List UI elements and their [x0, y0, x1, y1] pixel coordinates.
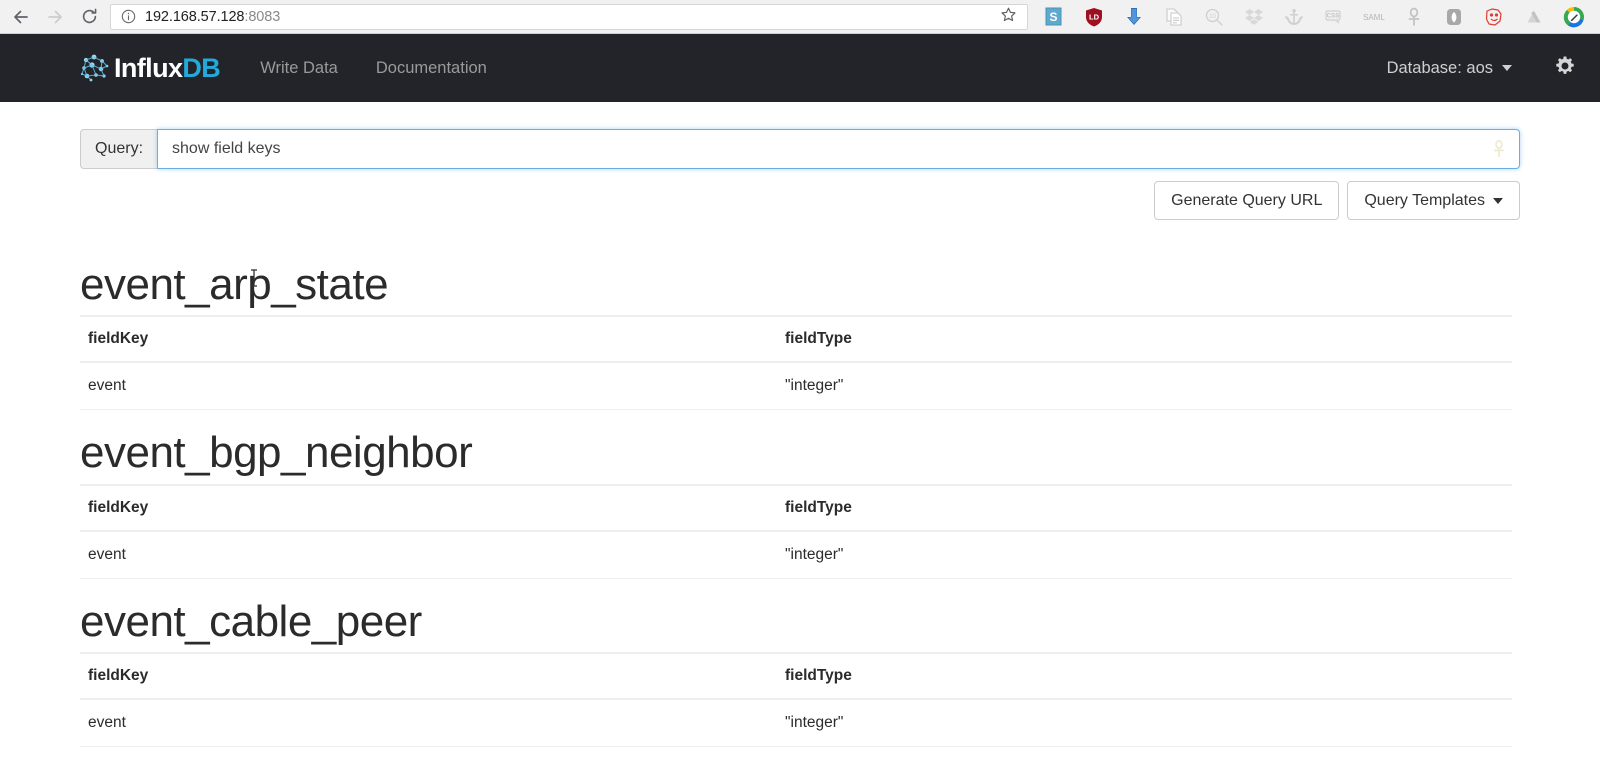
info-circle-icon[interactable]: [121, 9, 136, 24]
shield-extension-icon[interactable]: [1434, 2, 1474, 32]
arrow-right-icon: [45, 7, 65, 27]
column-header-fieldtype: fieldType: [777, 316, 1512, 362]
svg-text:CSS: CSS: [1327, 12, 1340, 19]
cell-fieldkey: event: [80, 699, 777, 747]
column-header-fieldkey: fieldKey: [80, 316, 777, 362]
column-header-fieldkey: fieldKey: [80, 485, 777, 531]
query-templates-label: Query Templates: [1364, 192, 1485, 209]
measurement-title: event_cable_peer: [80, 579, 1520, 652]
brand-wordmark: InfluxDB: [114, 55, 220, 82]
ankh-extension-icon[interactable]: [1394, 2, 1434, 32]
copy-document-extension-icon[interactable]: [1154, 2, 1194, 32]
column-header-fieldtype: fieldType: [777, 485, 1512, 531]
svg-text:10: 10: [1209, 14, 1216, 20]
download-extension-icon[interactable]: [1114, 2, 1154, 32]
anchor-extension-icon[interactable]: [1274, 2, 1314, 32]
svg-text:SAML: SAML: [1363, 13, 1385, 22]
cell-fieldkey: event: [80, 362, 777, 410]
address-bar-url: 192.168.57.128:8083: [145, 9, 995, 25]
database-selector[interactable]: Database: aos: [1387, 59, 1512, 78]
measurement-title: event_bgp_neighbor: [80, 410, 1520, 483]
table-row: event "integer": [80, 362, 1512, 410]
magnifier-extension-icon[interactable]: 10: [1194, 2, 1234, 32]
query-templates-button[interactable]: Query Templates: [1347, 181, 1520, 220]
star-icon: [1000, 6, 1017, 28]
reload-icon: [80, 7, 99, 26]
cell-fieldtype: "integer": [777, 362, 1512, 410]
influxdb-logo[interactable]: InfluxDB: [80, 53, 220, 83]
database-selector-label: Database: aos: [1387, 59, 1493, 78]
chevron-down-icon: [1502, 65, 1512, 71]
editor-extension-icon[interactable]: [1554, 2, 1594, 32]
url-host: 192.168.57.128: [145, 9, 244, 25]
lastpass-extension-icon[interactable]: LD: [1074, 2, 1114, 32]
address-bar[interactable]: 192.168.57.128:8083: [110, 4, 1028, 30]
brand-db: DB: [182, 53, 220, 83]
query-label: Query:: [80, 129, 157, 169]
results-list: event_arp_state fieldKey fieldType event…: [80, 242, 1520, 747]
generate-query-url-button[interactable]: Generate Query URL: [1154, 181, 1339, 220]
arrow-left-icon: [11, 7, 31, 27]
sketch-face-extension-icon[interactable]: [1474, 2, 1514, 32]
table-header-row: fieldKey fieldType: [80, 653, 1512, 699]
back-button[interactable]: [4, 2, 38, 32]
reload-button[interactable]: [72, 2, 106, 32]
measurement-block: event_cable_peer fieldKey fieldType even…: [80, 579, 1520, 747]
gear-icon: [1554, 55, 1576, 82]
measurement-block: event_bgp_neighbor fieldKey fieldType ev…: [80, 410, 1520, 578]
settings-button[interactable]: [1554, 55, 1576, 82]
table-row: event "integer": [80, 699, 1512, 747]
svg-text:LD: LD: [1089, 12, 1100, 21]
table-header-row: fieldKey fieldType: [80, 316, 1512, 362]
bookmark-button[interactable]: [995, 6, 1021, 28]
nav-link-write-data[interactable]: Write Data: [260, 59, 338, 78]
lastpass-fill-icon[interactable]: [1489, 138, 1509, 160]
brand-influx: Influx: [114, 53, 182, 83]
field-keys-table: fieldKey fieldType event "integer": [80, 652, 1512, 747]
cell-fieldtype: "integer": [777, 531, 1512, 579]
query-input-wrapper[interactable]: [157, 129, 1520, 169]
url-port: :8083: [244, 9, 280, 25]
field-keys-table: fieldKey fieldType event "integer": [80, 315, 1512, 410]
query-actions: Generate Query URL Query Templates: [80, 181, 1520, 220]
skype-extension-icon[interactable]: S: [1034, 2, 1074, 32]
influxdb-navbar: InfluxDB Write Data Documentation Databa…: [0, 34, 1600, 102]
forward-button: [38, 2, 72, 32]
table-header-row: fieldKey fieldType: [80, 485, 1512, 531]
browser-toolbar: 192.168.57.128:8083 S LD: [0, 0, 1600, 34]
main-content: Query: Generate Query URL Query Template…: [0, 129, 1600, 747]
field-keys-table: fieldKey fieldType event "integer": [80, 484, 1512, 579]
google-drive-extension-icon[interactable]: [1514, 2, 1554, 32]
table-row: event "integer": [80, 531, 1512, 579]
extension-tray: S LD 10: [1034, 2, 1596, 32]
query-input[interactable]: [158, 130, 1519, 168]
molecule-icon: [80, 53, 112, 83]
measurement-title: event_arp_state: [80, 242, 1520, 315]
query-bar: Query:: [80, 129, 1520, 169]
css-viewer-extension-icon[interactable]: CSS: [1314, 2, 1354, 32]
dropbox-extension-icon[interactable]: [1234, 2, 1274, 32]
measurement-block: event_arp_state fieldKey fieldType event…: [80, 242, 1520, 410]
cell-fieldkey: event: [80, 531, 777, 579]
svg-text:S: S: [1049, 10, 1057, 24]
cell-fieldtype: "integer": [777, 699, 1512, 747]
column-header-fieldtype: fieldType: [777, 653, 1512, 699]
nav-link-documentation[interactable]: Documentation: [376, 59, 487, 78]
column-header-fieldkey: fieldKey: [80, 653, 777, 699]
saml-tracer-extension-icon[interactable]: SAML: [1354, 2, 1394, 32]
chevron-down-icon: [1493, 198, 1503, 204]
